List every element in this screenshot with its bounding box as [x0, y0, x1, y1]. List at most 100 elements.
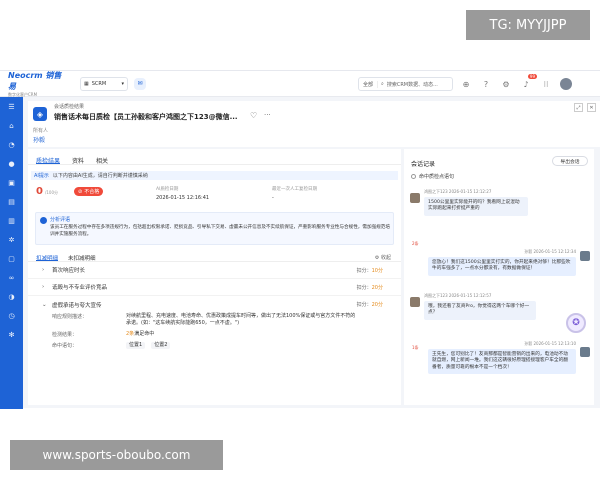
page-title: 销售话术每日质检【员工孙毅和客户鸿图之下123@微信...	[54, 113, 238, 121]
conversation-title: 会话记录	[411, 161, 436, 168]
rule-row[interactable]: › 首次响应时长 扣分：10分	[28, 262, 401, 279]
gear-icon[interactable]: ✻	[8, 331, 16, 339]
collapse-button[interactable]: ⚙ 收起	[375, 254, 391, 261]
chat-icon[interactable]: ✉	[134, 77, 146, 90]
avatar[interactable]	[560, 78, 572, 90]
hit-line: 命中语句： 位置1 位置2	[52, 342, 401, 349]
result-label: 检测结果：	[52, 332, 78, 338]
hit-positions: 位置1 位置2	[126, 342, 356, 349]
export-button[interactable]: 导出会话	[552, 156, 588, 166]
breadcrumb[interactable]: 会话质检结果	[54, 103, 84, 110]
rule-name: 首次响应时长	[52, 268, 86, 274]
chevron-down-icon: ⌄	[42, 301, 47, 308]
doc-icon[interactable]: ▢	[8, 255, 16, 263]
ai-notice: AI提示 以下内容由AI生成，请自行判断并谨慎采纳	[31, 171, 398, 180]
chat-message: 鸿图之下123 2026-01-15 12:12:57 哦，我还看了友商Pro，…	[424, 293, 536, 320]
menu-icon[interactable]: ☰	[8, 103, 16, 111]
inspection-panel: 质检结果 资料 相关 AI提示 以下内容由AI生成，请自行判断并谨慎采纳 0 /…	[28, 149, 401, 405]
add-icon[interactable]: ⊕	[460, 78, 472, 90]
customer-avatar	[410, 297, 420, 307]
position-link[interactable]: 位置2	[151, 342, 171, 349]
link-icon[interactable]: ∞	[8, 274, 16, 282]
folder-icon[interactable]: ▤	[8, 198, 16, 206]
tab-deducted[interactable]: 扣减明细	[36, 254, 59, 262]
rule-row[interactable]: › 诋毁与不专业评价竞品 扣分：20分	[28, 279, 401, 296]
grid-icon: ▦	[84, 80, 89, 87]
meta-label-review-date: 最近一次人工复检日期	[272, 187, 317, 192]
result-text: 2条满足命中	[126, 331, 356, 338]
settings-icon[interactable]: ⚙	[500, 78, 512, 90]
deduction-tabs: 扣减明细 未扣减明细 ⚙ 收起	[28, 245, 401, 262]
tab-details[interactable]: 资料	[72, 156, 84, 165]
summary-title: 分析评语	[50, 217, 71, 223]
meta-value-ai-date: 2026-01-15 12:16:41	[156, 195, 210, 201]
warning-icon: ⊘	[78, 188, 83, 195]
tab-inspection-result[interactable]: 质检结果	[36, 156, 61, 165]
message-bubble: 王先生，您可别比了！友商那都是智能营销的出来的，电池动不动就自燃，网上新闻一堆。…	[428, 348, 576, 374]
more-icon[interactable]: ···	[264, 111, 271, 119]
notification-badge: 99	[527, 74, 537, 79]
message-sender: 孙毅 2026-01-15 12:13:10	[524, 341, 576, 346]
rule-name: 虚假承诺与夸大宣传	[52, 302, 102, 309]
message-bubble: 1500公里里实际能开的吗？我看网上说混动实际跑起来打折挺严重的	[424, 196, 528, 216]
topbar-icons: ⊕ ? ⚙ ♪ 99 ⁝⁝	[460, 74, 572, 90]
chart-icon[interactable]: ◔	[8, 141, 16, 149]
rule-desc-line: 响应规则描述： 对续航里程、充电速度、电池寿命、优惠政策成提车时间等，做出了无法…	[52, 313, 401, 327]
rule-score: 扣分：20分	[357, 301, 383, 308]
result-line: 检测结果： 2条满足命中	[52, 331, 401, 338]
chevron-right-icon: ›	[42, 267, 45, 273]
pie-icon[interactable]: ◑	[8, 293, 16, 301]
logo[interactable]: Neocrm 销售易 数字化客户CRM	[0, 70, 68, 98]
agent-avatar	[580, 251, 590, 261]
tab-related[interactable]: 相关	[96, 156, 108, 165]
sidebar: ☰ ⌂ ◔ ● ▣ ▤ ▥ ✲ ▢ ∞ ◑ ◷ ✻	[0, 97, 23, 409]
clock-icon[interactable]: ◷	[8, 312, 16, 320]
chat-message: 孙毅 2026-01-15 12:13:10 王先生，您可别比了！友商那都是智能…	[428, 341, 576, 374]
global-search[interactable]: 全部 ⌕ 搜索CRM数据、动态...	[358, 77, 453, 91]
rule-score-value: 20分	[371, 302, 383, 308]
score-total: /100分	[45, 190, 58, 195]
record-header: 会话质检结果 ◈ 销售话术每日质检【员工孙毅和客户鸿图之下123@微信... ♡…	[28, 101, 600, 147]
search-input[interactable]: 搜索CRM数据、动态...	[384, 81, 438, 88]
url-watermark: www.sports-oboubo.com	[10, 440, 223, 470]
module-select[interactable]: ▦ SCRM ▾	[80, 76, 128, 91]
apps-icon[interactable]: ⁝⁝	[540, 78, 552, 90]
logo-main: Neocrm 销售易	[8, 70, 62, 91]
help-icon[interactable]: ?	[480, 78, 492, 90]
message-sender: 孙毅 2026-01-15 12:12:34	[524, 249, 576, 254]
rule-desc-text: 对续航里程、充电速度、电池寿命、优惠政策成提车时间等，做出了无法100%保证或与…	[126, 313, 356, 326]
favorite-icon[interactable]: ♡	[250, 111, 257, 120]
calendar-icon[interactable]: ▣	[8, 179, 16, 187]
customer-avatar	[410, 193, 420, 203]
message-bubble: 哦，我还看了友商Pro，你觉得这两个车哪个好一点？	[424, 300, 536, 320]
user-icon[interactable]: ●	[8, 160, 16, 168]
bar-icon[interactable]: ▥	[8, 217, 16, 225]
tab-not-deducted[interactable]: 未扣减明细	[68, 254, 96, 262]
hit-flag[interactable]: 2条	[412, 241, 419, 247]
ai-notice-text: 以下内容由AI生成，请自行判断并谨慎采纳	[52, 173, 148, 179]
owner-link[interactable]: 孙毅	[33, 135, 45, 144]
hit-flag[interactable]: 1条	[412, 345, 419, 351]
bell-icon[interactable]: ♪ 99	[520, 74, 537, 90]
hit-filter[interactable]: 命中质检点语句	[411, 173, 454, 180]
rule-score-prefix: 扣分：	[356, 302, 372, 308]
expand-icon[interactable]: ⤢	[574, 103, 583, 112]
topbar: Neocrm 销售易 数字化客户CRM ▦ SCRM ▾ ✉ 全部 ⌕ 搜索CR…	[0, 71, 600, 97]
meta-label-ai-date: AI质检日期	[156, 187, 179, 192]
radio-icon[interactable]	[411, 174, 416, 179]
chevron-down-icon: ▾	[121, 80, 124, 87]
rule-row[interactable]: ⌄ 虚假承诺与夸大宣传 扣分：20分	[28, 296, 401, 313]
rule-score: 扣分：10分	[357, 267, 383, 274]
analysis-summary: 分析评语 该员工在服务过程中存在多项违规行为，包括超出权限承诺、贬损竞品、引导私…	[35, 212, 394, 245]
message-bubble: 您放心！我们这1500公里里实打实的，你开起来绝对够！比那些吹牛的车强多了，一点…	[428, 256, 576, 276]
record-type-icon: ◈	[33, 107, 47, 121]
home-icon[interactable]: ⌂	[8, 122, 16, 130]
search-scope-select[interactable]: 全部	[359, 80, 379, 88]
rule-score-value: 20分	[371, 284, 383, 291]
rule-score: 扣分：20分	[357, 284, 383, 291]
settings-icon[interactable]: ✲	[8, 236, 16, 244]
close-icon[interactable]: ✕	[587, 103, 596, 112]
message-sender: 鸿图之下123 2026-01-15 12:12:27	[424, 189, 492, 194]
result-count: 2条	[126, 331, 135, 337]
position-link[interactable]: 位置1	[126, 342, 146, 349]
